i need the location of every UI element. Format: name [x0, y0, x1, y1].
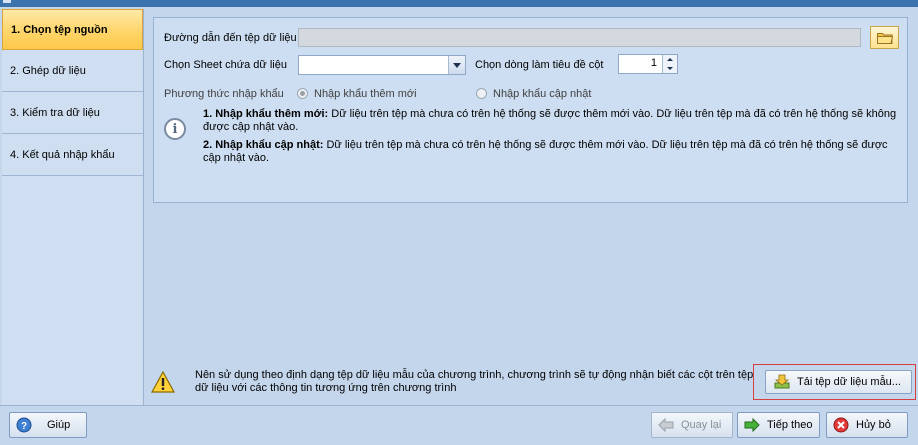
back-button[interactable]: Quay lại [651, 412, 733, 438]
folder-icon [876, 32, 893, 44]
back-label: Quay lại [681, 419, 722, 431]
sheet-label: Chọn Sheet chứa dữ liệu [164, 59, 287, 71]
app-icon [3, 0, 11, 3]
help-icon: ? [16, 417, 32, 433]
step-check-data[interactable]: 3. Kiểm tra dữ liệu [2, 92, 143, 134]
next-button[interactable]: Tiếp theo [737, 412, 820, 438]
source-panel: Đường dẫn đến tệp dữ liệu Chọn Sheet chứ… [153, 17, 908, 203]
download-template-label: Tải tệp dữ liệu mẫu... [797, 376, 901, 388]
note-import-new: 1. Nhập khẩu thêm mới: Dữ liệu trên tệp … [203, 108, 903, 134]
title-bar [0, 0, 918, 7]
header-row-value: 1 [650, 57, 657, 69]
step-import-result[interactable]: 4. Kết quả nhập khẩu [2, 134, 143, 176]
radio-import-update[interactable] [476, 88, 487, 99]
step-choose-source[interactable]: 1. Chọn tệp nguồn [2, 9, 143, 50]
radio-import-new-label[interactable]: Nhập khẩu thêm mới [314, 88, 417, 100]
radio-import-new[interactable] [297, 88, 308, 99]
step-map-data[interactable]: 2. Ghép dữ liệu [2, 50, 143, 92]
header-row-stepper[interactable]: 1 [618, 54, 678, 74]
wizard-steps-sidebar: 1. Chọn tệp nguồn 2. Ghép dữ liệu 3. Kiể… [2, 9, 144, 406]
header-row-label: Chọn dòng làm tiêu đề cột [475, 59, 604, 71]
warning-icon [151, 371, 175, 393]
stepper-down-icon[interactable] [663, 64, 677, 73]
template-hint: Nên sử dụng theo định dạng tệp dữ liệu m… [195, 369, 754, 394]
path-label: Đường dẫn đến tệp dữ liệu [164, 32, 297, 44]
svg-text:?: ? [21, 421, 27, 432]
file-path-input[interactable] [298, 28, 861, 47]
note-import-new-title: 1. Nhập khẩu thêm mới: [203, 108, 329, 120]
download-template-button[interactable]: Tải tệp dữ liệu mẫu... [765, 370, 912, 394]
import-method-label: Phương thức nhập khẩu [164, 88, 284, 100]
cancel-button[interactable]: Hủy bỏ [826, 412, 908, 438]
cancel-icon [833, 417, 849, 433]
help-button[interactable]: ? Giúp [9, 412, 87, 438]
arrow-right-icon [744, 417, 760, 433]
sheet-select[interactable] [298, 55, 466, 75]
download-template-icon [774, 374, 790, 389]
chevron-down-icon[interactable] [448, 56, 465, 74]
note-import-update-title: 2. Nhập khẩu cập nhật: [203, 139, 324, 151]
help-label: Giúp [47, 419, 71, 431]
footer-divider [0, 405, 918, 406]
next-label: Tiếp theo [767, 419, 813, 431]
cancel-label: Hủy bỏ [856, 419, 891, 431]
info-icon: i [164, 118, 186, 140]
arrow-left-icon [658, 417, 674, 433]
radio-import-update-label[interactable]: Nhập khẩu cập nhật [493, 88, 591, 100]
stepper-up-icon[interactable] [663, 55, 677, 64]
browse-folder-button[interactable] [870, 26, 899, 49]
note-import-update: 2. Nhập khẩu cập nhật: Dữ liệu trên tệp … [203, 139, 903, 165]
